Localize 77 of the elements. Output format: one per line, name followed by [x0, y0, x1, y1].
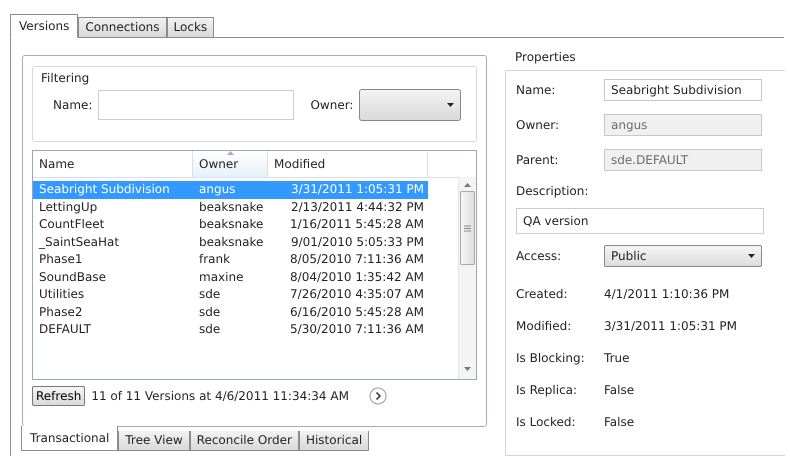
properties-title: Properties — [514, 50, 577, 66]
version-row[interactable]: DEFAULT sde 5/30/2010 7:11:36 AM — [33, 321, 428, 338]
tab[interactable]: Tree View — [118, 431, 190, 451]
description-field[interactable]: QA version — [516, 208, 764, 234]
filtering-title: Filtering — [41, 71, 90, 87]
info-label: Created: — [516, 287, 569, 301]
tab[interactable]: Historical — [298, 431, 370, 451]
owner-dropdown[interactable] — [359, 89, 462, 121]
modified-date: 7/26/2010 4:35:07 AM — [289, 286, 425, 303]
version-count: 11 of 11 Versions at 4/6/2011 11:34:34 AM — [91, 389, 349, 403]
column-header[interactable]: Owner — [193, 151, 268, 177]
version-owner: frank — [198, 251, 232, 268]
info-value: False — [604, 415, 634, 429]
version-owner: sde — [198, 286, 222, 303]
tab[interactable]: Reconcile Order — [190, 431, 299, 451]
field-label: Parent: — [516, 153, 560, 167]
info-label: Is Replica: — [516, 383, 578, 397]
modified-date: 5/30/2010 7:11:36 AM — [289, 321, 425, 338]
refresh-button[interactable]: Refresh — [32, 386, 86, 406]
version-owner: maxine — [198, 268, 244, 286]
scroll-down-icon[interactable] — [464, 367, 471, 371]
sort-arrow-icon — [227, 151, 234, 155]
info-label: Modified: — [516, 319, 572, 333]
info-value: 4/1/2011 1:10:36 PM — [604, 287, 730, 301]
field-label: Owner: — [516, 118, 560, 132]
scrollbar[interactable] — [458, 177, 476, 379]
version-name: _SaintSeaHat — [38, 234, 120, 251]
scroll-thumb[interactable] — [460, 191, 475, 265]
description-label: Description: — [516, 183, 590, 200]
property-field[interactable]: Seabright Subdivision — [604, 79, 762, 101]
version-name: SoundBase — [38, 268, 108, 286]
version-owner: beaksnake — [198, 198, 264, 216]
version-owner: angus — [198, 181, 236, 198]
tab[interactable]: Locks — [166, 17, 214, 38]
version-name: Phase2 — [38, 304, 84, 320]
version-name: Utilities — [38, 286, 86, 303]
dropdown-arrow-icon — [447, 103, 454, 107]
dropdown-arrow-icon — [748, 254, 755, 258]
version-name: DEFAULT — [38, 321, 92, 338]
modified-date: 1/16/2011 5:45:28 AM — [289, 216, 425, 233]
name-field[interactable] — [98, 90, 294, 120]
version-owner: sde — [198, 321, 222, 338]
version-name: Phase1 — [38, 251, 84, 268]
modified-date: 2/13/2011 4:44:32 PM — [290, 198, 425, 216]
name-label: Name: — [53, 98, 92, 112]
version-name: Seabright Subdivision — [38, 181, 171, 198]
field-label: Name: — [516, 83, 556, 97]
version-owner: sde — [198, 304, 222, 320]
modified-date: 6/16/2010 5:45:28 AM — [289, 304, 425, 320]
scroll-up-icon[interactable] — [464, 183, 471, 187]
modified-date: 3/31/2011 1:05:31 PM — [290, 181, 425, 198]
access-label: Access: — [516, 249, 562, 263]
version-row[interactable]: CountFleet beaksnake 1/16/2011 5:45:28 AM — [33, 216, 428, 234]
tab[interactable]: Versions — [10, 14, 78, 38]
info-label: Is Locked: — [516, 415, 577, 429]
version-row[interactable]: Phase1 frank 8/05/2010 7:11:36 AM — [33, 251, 428, 268]
version-row[interactable]: _SaintSeaHat beaksnake 9/01/2010 5:05:33 PM — [33, 234, 428, 251]
info-value: 3/31/2011 1:05:31 PM — [604, 319, 738, 333]
version-row[interactable]: LettingUp beaksnake 2/13/2011 4:44:32 PM — [33, 198, 428, 216]
owner-label: Owner: — [310, 98, 354, 112]
version-row[interactable]: Utilities sde 7/26/2010 4:35:07 AM — [33, 286, 428, 304]
version-name: CountFleet — [38, 216, 106, 233]
version-owner: beaksnake — [198, 216, 264, 233]
version-row[interactable]: SoundBase maxine 8/04/2010 1:35:42 AM — [33, 268, 428, 286]
modified-date: 8/05/2010 7:11:36 AM — [289, 251, 425, 268]
grip-icon — [464, 224, 471, 232]
version-row[interactable]: Phase2 sde 6/16/2010 5:45:28 AM — [33, 304, 428, 321]
tab[interactable]: Connections — [78, 17, 167, 38]
version-owner: beaksnake — [198, 234, 264, 250]
info-value: True — [604, 351, 630, 365]
info-value: False — [604, 383, 634, 397]
modified-date: 8/04/2010 1:35:42 AM — [289, 268, 425, 286]
info-label: Is Blocking: — [516, 351, 586, 365]
version-name: LettingUp — [38, 198, 98, 216]
access-dropdown[interactable]: Public — [604, 245, 762, 267]
modified-date: 9/01/2010 5:05:33 PM — [290, 234, 425, 250]
tab[interactable]: Transactional — [21, 426, 118, 451]
